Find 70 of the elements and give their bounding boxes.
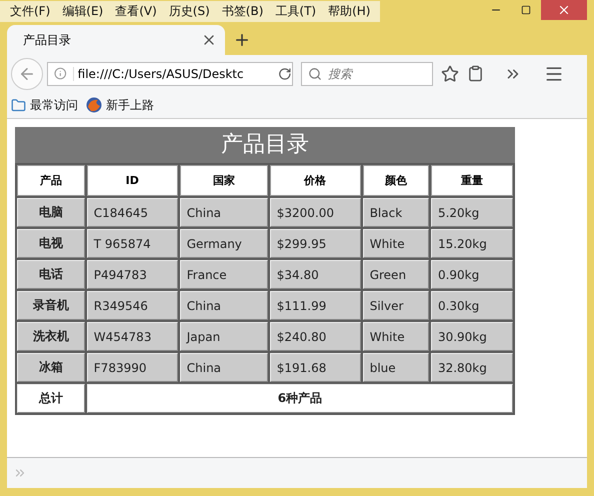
table-cell: W454783 xyxy=(86,322,178,351)
table-cell: blue xyxy=(362,353,429,382)
table-cell: 冰箱 xyxy=(17,353,85,382)
column-header: 价格 xyxy=(270,165,361,196)
table-cell: Silver xyxy=(362,291,429,320)
table-cell: China xyxy=(180,291,268,320)
table-cell: $191.68 xyxy=(270,353,361,382)
table-caption: 产品目录 xyxy=(15,127,515,163)
browser-tab[interactable]: 产品目录 xyxy=(7,25,225,55)
address-field[interactable]: file:///C:/Users/ASUS/Desktc xyxy=(47,62,293,86)
menu-item[interactable]: 工具(T) xyxy=(269,2,322,20)
menu-item[interactable]: 查看(V) xyxy=(109,2,163,20)
table-cell: 电脑 xyxy=(17,198,85,227)
column-header: 国家 xyxy=(180,165,268,196)
bookmark-link[interactable]: 新手上路 xyxy=(86,96,154,114)
table-cell: White xyxy=(362,229,429,258)
table-cell: 15.20kg xyxy=(430,229,513,258)
table-cell: F783990 xyxy=(86,353,178,382)
back-button[interactable] xyxy=(11,58,43,90)
table-cell: 录音机 xyxy=(17,291,85,320)
table-cell: 电话 xyxy=(17,260,85,289)
column-header: 重量 xyxy=(430,165,513,196)
table-cell: P494783 xyxy=(86,260,178,289)
table-cell: White xyxy=(362,322,429,351)
folder-icon xyxy=(11,98,26,112)
maximize-icon xyxy=(521,5,531,15)
table-cell: $299.95 xyxy=(270,229,361,258)
reload-icon[interactable] xyxy=(278,66,292,80)
menu-item[interactable]: 帮助(H) xyxy=(322,2,376,20)
table-cell: R349546 xyxy=(86,291,178,320)
table-cell: $111.99 xyxy=(270,291,361,320)
close-icon xyxy=(557,3,571,17)
table-cell: 6种产品 xyxy=(86,384,513,413)
info-icon[interactable] xyxy=(54,67,67,80)
menu-item[interactable]: 编辑(E) xyxy=(56,2,110,20)
table-cell: 电视 xyxy=(17,229,85,258)
table-cell: China xyxy=(180,353,268,382)
new-tab-icon[interactable] xyxy=(233,31,251,49)
menu-item[interactable]: 书签(B) xyxy=(216,2,270,20)
table-cell: 5.20kg xyxy=(430,198,513,227)
table-cell: 0.90kg xyxy=(430,260,513,289)
table-cell: 30.90kg xyxy=(430,322,513,351)
column-header: 产品 xyxy=(17,165,85,196)
table-cell: Germany xyxy=(180,229,268,258)
menu-item[interactable]: 文件(F) xyxy=(4,2,56,20)
table-cell: 0.30kg xyxy=(430,291,513,320)
column-header: ID xyxy=(86,165,178,196)
table-cell: China xyxy=(180,198,268,227)
table-cell: C184645 xyxy=(86,198,178,227)
search-field[interactable]: 搜索 xyxy=(301,62,433,86)
table-cell: T 965874 xyxy=(86,229,178,258)
bookmark-link[interactable]: 最常访问 xyxy=(11,96,78,114)
table-cell: France xyxy=(180,260,268,289)
table-cell: Green xyxy=(362,260,429,289)
table-cell: 32.80kg xyxy=(430,353,513,382)
globe-icon xyxy=(86,97,102,113)
column-header: 颜色 xyxy=(362,165,429,196)
table-cell: $34.80 xyxy=(270,260,361,289)
table-cell: 洗衣机 xyxy=(17,322,85,351)
star-icon[interactable] xyxy=(441,64,459,82)
table-cell: $3200.00 xyxy=(270,198,361,227)
table-cell: Black xyxy=(362,198,429,227)
menu-item[interactable]: 历史(S) xyxy=(162,2,216,20)
table-cell: Japan xyxy=(180,322,268,351)
close-button[interactable] xyxy=(541,0,587,20)
search-icon xyxy=(308,66,322,80)
table-cell: 总计 xyxy=(17,384,85,413)
clipboard-icon[interactable] xyxy=(467,65,484,82)
search-input[interactable]: 搜索 xyxy=(328,66,428,80)
table-cell: $240.80 xyxy=(270,322,361,351)
